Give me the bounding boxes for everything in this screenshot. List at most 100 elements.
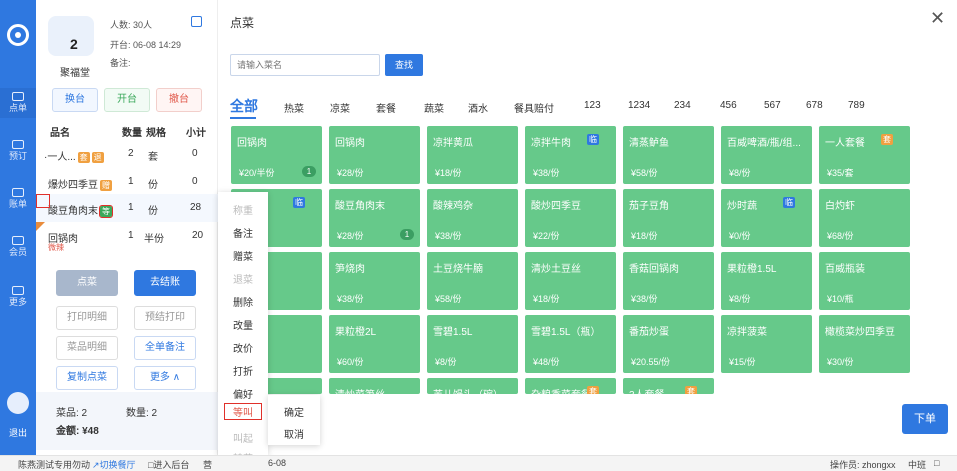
- dish-card[interactable]: 炒时蔬 临 ¥0/份: [721, 189, 812, 247]
- dish-card[interactable]: 茄子豆角 ¥18/份: [623, 189, 714, 247]
- switch-restaurant-link[interactable]: ↗切换餐厅: [92, 458, 136, 471]
- nav-more[interactable]: 更多: [0, 286, 36, 307]
- category-tab[interactable]: 套餐: [376, 100, 396, 115]
- dish-card[interactable]: 雪碧1.5L（瓶） ¥48/份: [525, 315, 616, 373]
- dish-card[interactable]: 白灼虾 ¥68/份: [819, 189, 910, 247]
- order-row-selected[interactable]: 酸豆角肉末等 1 份 28: [36, 194, 218, 222]
- order-row[interactable]: ·一人... 套退 2 套 0: [36, 140, 218, 168]
- category-tab[interactable]: 凉菜: [330, 100, 350, 115]
- edit-icon[interactable]: [191, 16, 202, 27]
- dish-card[interactable]: 一人套餐 套 ¥35/套: [819, 126, 910, 184]
- dish-card[interactable]: 清蒸鲈鱼 ¥58/份: [623, 126, 714, 184]
- dish-tag: 套: [685, 386, 697, 394]
- item-spec: 套: [148, 152, 158, 163]
- dish-card[interactable]: 清炒菜笋丝: [329, 378, 420, 394]
- order-dish-button[interactable]: 点菜: [56, 270, 118, 296]
- dish-card[interactable]: 土豆烧牛腩 ¥58/份: [427, 252, 518, 310]
- confirm-option[interactable]: 确定: [268, 404, 320, 419]
- dish-card[interactable]: 酸辣鸡杂 ¥38/份: [427, 189, 518, 247]
- nav-reserve[interactable]: 预订: [0, 140, 36, 161]
- menu-change-qty[interactable]: 改量: [218, 317, 268, 332]
- dish-card[interactable]: 番茄炒蛋 ¥20.55/份: [623, 315, 714, 373]
- order-row[interactable]: 爆炒四季豆赠 1 份 0: [36, 168, 218, 196]
- category-tab[interactable]: 456: [720, 100, 737, 111]
- category-tab[interactable]: 234: [674, 100, 691, 111]
- dish-card[interactable]: 雪碧1.5L ¥8/份: [427, 315, 518, 373]
- category-tab[interactable]: 热菜: [284, 100, 304, 115]
- user-avatar[interactable]: [7, 392, 29, 414]
- copy-order-button[interactable]: 复制点菜: [56, 366, 118, 390]
- submit-order-button[interactable]: 下单: [902, 404, 948, 434]
- item-spec: 份: [148, 206, 158, 217]
- dish-price: ¥38/份: [435, 231, 462, 241]
- dish-area: 点菜 ✕ 查找 全部 热菜 凉菜 套餐 蔬菜 酒水 餐具赔付 123 1234 …: [218, 0, 957, 455]
- dish-card[interactable]: 凉拌黄瓜 ¥18/份: [427, 126, 518, 184]
- dish-name: 香菇回锅肉: [629, 264, 679, 275]
- dish-card[interactable]: 果粒橙2L ¥60/份: [329, 315, 420, 373]
- menu-preference[interactable]: 偏好: [218, 386, 268, 401]
- settings-icon[interactable]: □: [934, 458, 939, 468]
- category-tab[interactable]: 酒水: [468, 100, 488, 115]
- category-tab[interactable]: 789: [848, 100, 865, 111]
- menu-weigh[interactable]: 称重: [218, 202, 268, 217]
- category-all[interactable]: 全部: [230, 96, 258, 116]
- open-table-button[interactable]: 开台: [104, 88, 150, 112]
- enter-backend-link[interactable]: □进入后台: [148, 458, 189, 471]
- menu-delete[interactable]: 删除: [218, 294, 268, 309]
- category-tab[interactable]: 1234: [628, 100, 650, 111]
- dish-price: ¥20/半份: [239, 168, 275, 178]
- search-button[interactable]: 查找: [385, 54, 423, 76]
- category-tab[interactable]: 123: [584, 100, 601, 111]
- dish-card[interactable]: 凉拌菠菜 ¥15/份: [721, 315, 812, 373]
- category-tab[interactable]: 567: [764, 100, 781, 111]
- dish-name: 橄榄菜炒四季豆: [825, 327, 895, 338]
- more-button[interactable]: 更多 ∧: [134, 366, 196, 390]
- menu-change-price[interactable]: 改价: [218, 340, 268, 355]
- all-note-button[interactable]: 全单备注: [134, 336, 196, 360]
- exit-button[interactable]: 退出: [0, 426, 36, 439]
- store-label: 陈燕测试专用勿动: [18, 460, 91, 470]
- dish-card[interactable]: 3人套餐套: [623, 378, 714, 394]
- category-tab[interactable]: 678: [806, 100, 823, 111]
- search-input[interactable]: [230, 54, 380, 76]
- category-tab[interactable]: 餐具赔付: [514, 100, 554, 115]
- dish-card[interactable]: 百威啤酒/瓶/组... ¥8/份: [721, 126, 812, 184]
- print-detail-button[interactable]: 打印明细: [56, 306, 118, 330]
- dish-card[interactable]: 酸炒四季豆 ¥22/份: [525, 189, 616, 247]
- dish-card[interactable]: 回锅肉 ¥28/份: [329, 126, 420, 184]
- dish-price: ¥8/份: [729, 294, 751, 304]
- change-table-button[interactable]: 换台: [52, 88, 98, 112]
- cancel-option[interactable]: 取消: [268, 426, 320, 441]
- order-row[interactable]: 回锅肉 微辣 1 半份 20: [36, 222, 218, 252]
- pre-print-button[interactable]: 预结打印: [134, 306, 196, 330]
- dish-card[interactable]: 杂粮香菜套餐套: [525, 378, 616, 394]
- dish-card[interactable]: 酸豆角肉末 ¥28/份 1: [329, 189, 420, 247]
- nav-order[interactable]: 点单: [0, 88, 36, 118]
- nav-bill[interactable]: 账单: [0, 188, 36, 209]
- dish-card[interactable]: 回锅肉 ¥20/半份 1: [231, 126, 322, 184]
- cancel-table-button[interactable]: 撤台: [156, 88, 202, 112]
- nav-member[interactable]: 会员: [0, 236, 36, 257]
- menu-call-up[interactable]: 叫起: [218, 430, 268, 445]
- item-spec: 半份: [144, 234, 164, 245]
- checkout-button[interactable]: 去结账: [134, 270, 196, 296]
- return-tag: 退: [91, 152, 104, 163]
- dish-card[interactable]: 百威瓶装 ¥10/瓶: [819, 252, 910, 310]
- category-tab[interactable]: 蔬菜: [424, 100, 444, 115]
- close-icon[interactable]: ✕: [930, 8, 945, 29]
- dish-card[interactable]: 芙儿馒头（碗）: [427, 378, 518, 394]
- dish-card[interactable]: 笋烧肉 ¥38/份: [329, 252, 420, 310]
- menu-discount[interactable]: 打折: [218, 363, 268, 378]
- dish-card[interactable]: 橄榄菜炒四季豆 ¥30/份: [819, 315, 910, 373]
- dish-card[interactable]: 果粒橙1.5L ¥8/份: [721, 252, 812, 310]
- menu-wait-call[interactable]: 等叫: [224, 403, 262, 420]
- dish-card[interactable]: 凉拌牛肉 临 ¥38/份: [525, 126, 616, 184]
- dish-detail-button[interactable]: 菜品明细: [56, 336, 118, 360]
- item-option: 微辣: [48, 243, 64, 252]
- menu-return[interactable]: 退菜: [218, 271, 268, 286]
- gift-tag: 赠: [100, 180, 112, 191]
- dish-card[interactable]: 香菇回锅肉 ¥38/份: [623, 252, 714, 310]
- menu-note[interactable]: 备注: [218, 225, 268, 240]
- menu-gift[interactable]: 赠菜: [218, 248, 268, 263]
- dish-card[interactable]: 清炒土豆丝 ¥18/份: [525, 252, 616, 310]
